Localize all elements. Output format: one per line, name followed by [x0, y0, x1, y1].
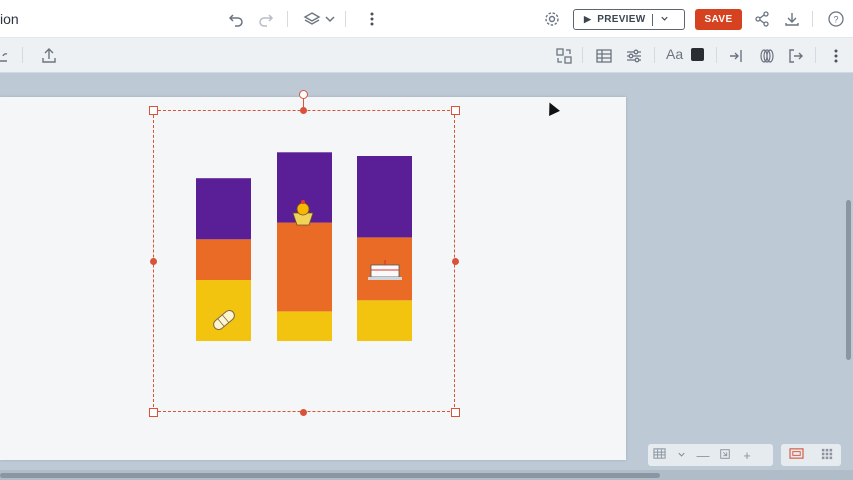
- zoom-in-icon[interactable]: +: [736, 448, 758, 463]
- resize-handle-right[interactable]: [452, 258, 459, 265]
- horizontal-scrollbar[interactable]: [0, 473, 660, 478]
- zoom-out-icon[interactable]: —: [692, 448, 714, 463]
- resize-handle-bottom-right[interactable]: [451, 408, 460, 417]
- chevron-down-icon[interactable]: [670, 448, 692, 463]
- resize-handle-bottom-left[interactable]: [149, 408, 158, 417]
- fit-icon[interactable]: [714, 448, 736, 463]
- selection-box[interactable]: [153, 110, 455, 412]
- rotate-handle[interactable]: [299, 90, 308, 99]
- vertical-scrollbar[interactable]: [846, 200, 851, 360]
- resize-handle-left[interactable]: [150, 258, 157, 265]
- single-view-icon[interactable]: [789, 447, 804, 463]
- zoom-controls: — +: [648, 444, 773, 466]
- resize-handle-top-right[interactable]: [451, 106, 460, 115]
- resize-handle-top[interactable]: [300, 107, 307, 114]
- multi-view-icon[interactable]: [821, 448, 833, 463]
- resize-handle-bottom[interactable]: [300, 409, 307, 416]
- view-controls: [781, 444, 841, 466]
- resize-handle-top-left[interactable]: [149, 106, 158, 115]
- grid-view-icon[interactable]: [648, 447, 670, 463]
